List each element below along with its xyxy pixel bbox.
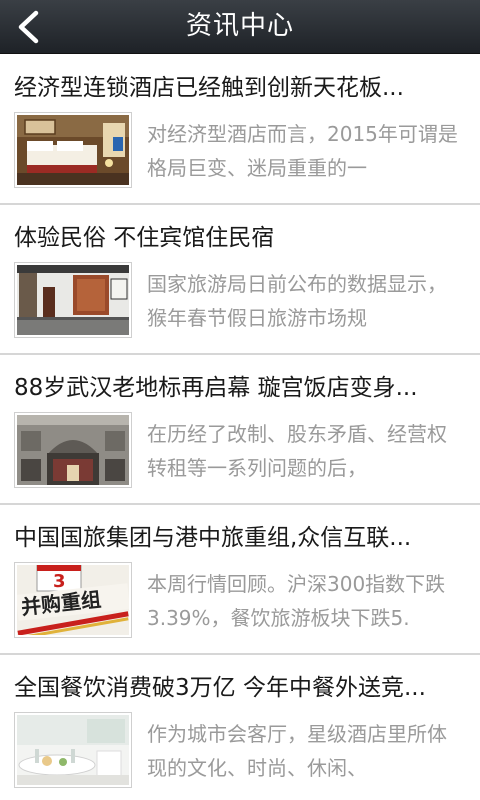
news-title: 88岁武汉老地标再启幕 璇宫饭店变身... <box>14 375 418 401</box>
historic-building-thumbnail <box>14 412 132 488</box>
news-title: 全国餐饮消费破3万亿 今年中餐外送竞... <box>14 675 426 701</box>
dining-table-thumbnail <box>14 712 132 788</box>
news-summary: 作为城市会客厅，星级酒店里所体现的文化、时尚、休闲、 <box>147 722 447 780</box>
hotel-room-thumbnail <box>14 112 132 188</box>
news-title: 中国国旅集团与港中旅重组,众信互联... <box>14 525 412 551</box>
merger-calendar-thumbnail: 3 并购重组 <box>14 562 132 638</box>
guesthouse-thumbnail <box>14 262 132 338</box>
news-summary: 对经济型酒店而言，2015年可谓是格局巨变、迷局重重的一 <box>147 122 458 180</box>
news-item[interactable]: 经济型连锁酒店已经触到创新天花板... 对经济型酒店而言，2015年可谓是格局巨… <box>0 55 480 205</box>
news-summary: 在历经了改制、股东矛盾、经营权转租等一系列问题的后， <box>147 422 447 480</box>
news-item[interactable]: 全国餐饮消费破3万亿 今年中餐外送竞... 作为城市会客厅，星级酒店里所体现的文… <box>0 655 480 800</box>
page-title: 资讯中心 <box>185 11 294 41</box>
top-bar: 资讯中心 <box>0 0 480 54</box>
news-item[interactable]: 体验民俗 不住宾馆住民宿 国家旅游局日前公布的数据显示，猴年春节假日旅游市场规 <box>0 205 480 355</box>
calendar-number: 3 <box>53 571 66 592</box>
news-summary: 国家旅游局日前公布的数据显示，猴年春节假日旅游市场规 <box>147 272 447 330</box>
news-list: 经济型连锁酒店已经触到创新天花板... 对经济型酒店而言，2015年可谓是格局巨… <box>0 55 480 800</box>
news-title: 体验民俗 不住宾馆住民宿 <box>14 225 275 251</box>
news-title: 经济型连锁酒店已经触到创新天花板... <box>14 75 404 101</box>
news-item[interactable]: 88岁武汉老地标再启幕 璇宫饭店变身... 在历经了改制、股东矛盾、经营权转租等… <box>0 355 480 505</box>
news-item[interactable]: 中国国旅集团与港中旅重组,众信互联... 3 并购重组 本周行情回顾。沪深300… <box>0 505 480 655</box>
news-summary: 本周行情回顾。沪深300指数下跌3.39%，餐饮旅游板块下跌5. <box>147 572 446 630</box>
